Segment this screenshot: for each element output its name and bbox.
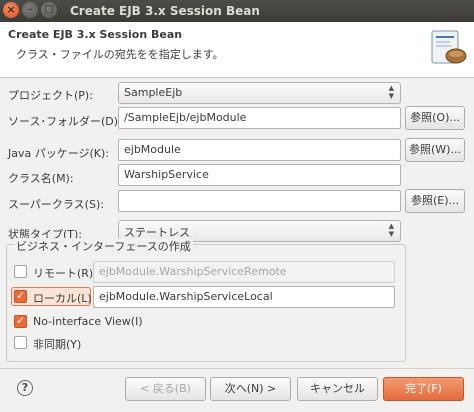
class-name-label: クラス名(M): — [8, 172, 74, 185]
back-button[interactable]: < 戻る(B) — [125, 377, 206, 401]
async-checkbox[interactable] — [14, 336, 27, 349]
help-icon[interactable]: ? — [17, 380, 33, 396]
local-label: ローカル(L) — [33, 292, 92, 305]
title-bar: × – □ Create EJB 3.x Session Bean — [0, 0, 474, 22]
remote-interface-field: ejbModule.WarshipServiceRemote — [93, 261, 395, 283]
browse-source-folder-button[interactable]: 参照(O)... — [405, 106, 465, 130]
wizard-title: Create EJB 3.x Session Bean — [8, 28, 183, 41]
minimize-window-button[interactable]: – — [22, 2, 38, 18]
no-interface-checkbox[interactable] — [14, 314, 27, 328]
cancel-button[interactable]: キャンセル — [297, 377, 378, 401]
browse-superclass-button[interactable]: 参照(E)... — [405, 189, 465, 213]
close-window-button[interactable]: × — [3, 2, 19, 18]
close-icon: × — [6, 3, 16, 16]
maximize-icon: □ — [44, 4, 54, 15]
finish-button[interactable]: 完了(F) — [383, 377, 464, 401]
superclass-field[interactable] — [118, 190, 401, 212]
package-field[interactable]: ejbModule — [118, 139, 401, 161]
package-label: Java パッケージ(K): — [8, 147, 110, 160]
wizard-description: クラス・ファイルの宛先をを指定します。 — [16, 48, 224, 61]
minimize-icon: – — [27, 4, 33, 15]
combo-arrows-icon: ▲ ▼ — [388, 84, 394, 100]
browse-package-button[interactable]: 参照(W)... — [405, 138, 465, 162]
project-combo[interactable]: SampleEjb ▲ ▼ — [118, 82, 401, 104]
superclass-label: スーパークラス(S): — [8, 198, 104, 211]
footer-separator — [0, 368, 474, 369]
no-interface-label: No-interface View(I) — [33, 315, 143, 328]
local-checkbox[interactable] — [14, 289, 27, 303]
combo-arrows-icon: ▲ ▼ — [388, 222, 394, 238]
source-folder-label: ソース･フォルダー(D): — [8, 115, 122, 128]
maximize-window-button[interactable]: □ — [41, 2, 57, 18]
async-label: 非同期(Y) — [33, 338, 82, 351]
business-interface-group-title: ビジネス・インターフェースの作成 — [14, 238, 193, 254]
wizard-header: Create EJB 3.x Session Bean クラス・ファイルの宛先を… — [0, 22, 474, 78]
remote-checkbox[interactable] — [14, 265, 27, 278]
local-interface-field[interactable]: ejbModule.WarshipServiceLocal — [93, 286, 395, 308]
project-label: プロジェクト(P): — [8, 89, 93, 102]
source-folder-field[interactable]: /SampleEjb/ejbModule — [118, 107, 401, 129]
class-name-field[interactable]: WarshipService — [118, 164, 401, 186]
next-button[interactable]: 次へ(N) > — [210, 377, 291, 401]
project-value: SampleEjb — [124, 86, 183, 99]
wizard-banner-icon — [431, 30, 467, 64]
window-title: Create EJB 3.x Session Bean — [70, 4, 260, 18]
remote-label: リモート(R) — [33, 267, 94, 280]
